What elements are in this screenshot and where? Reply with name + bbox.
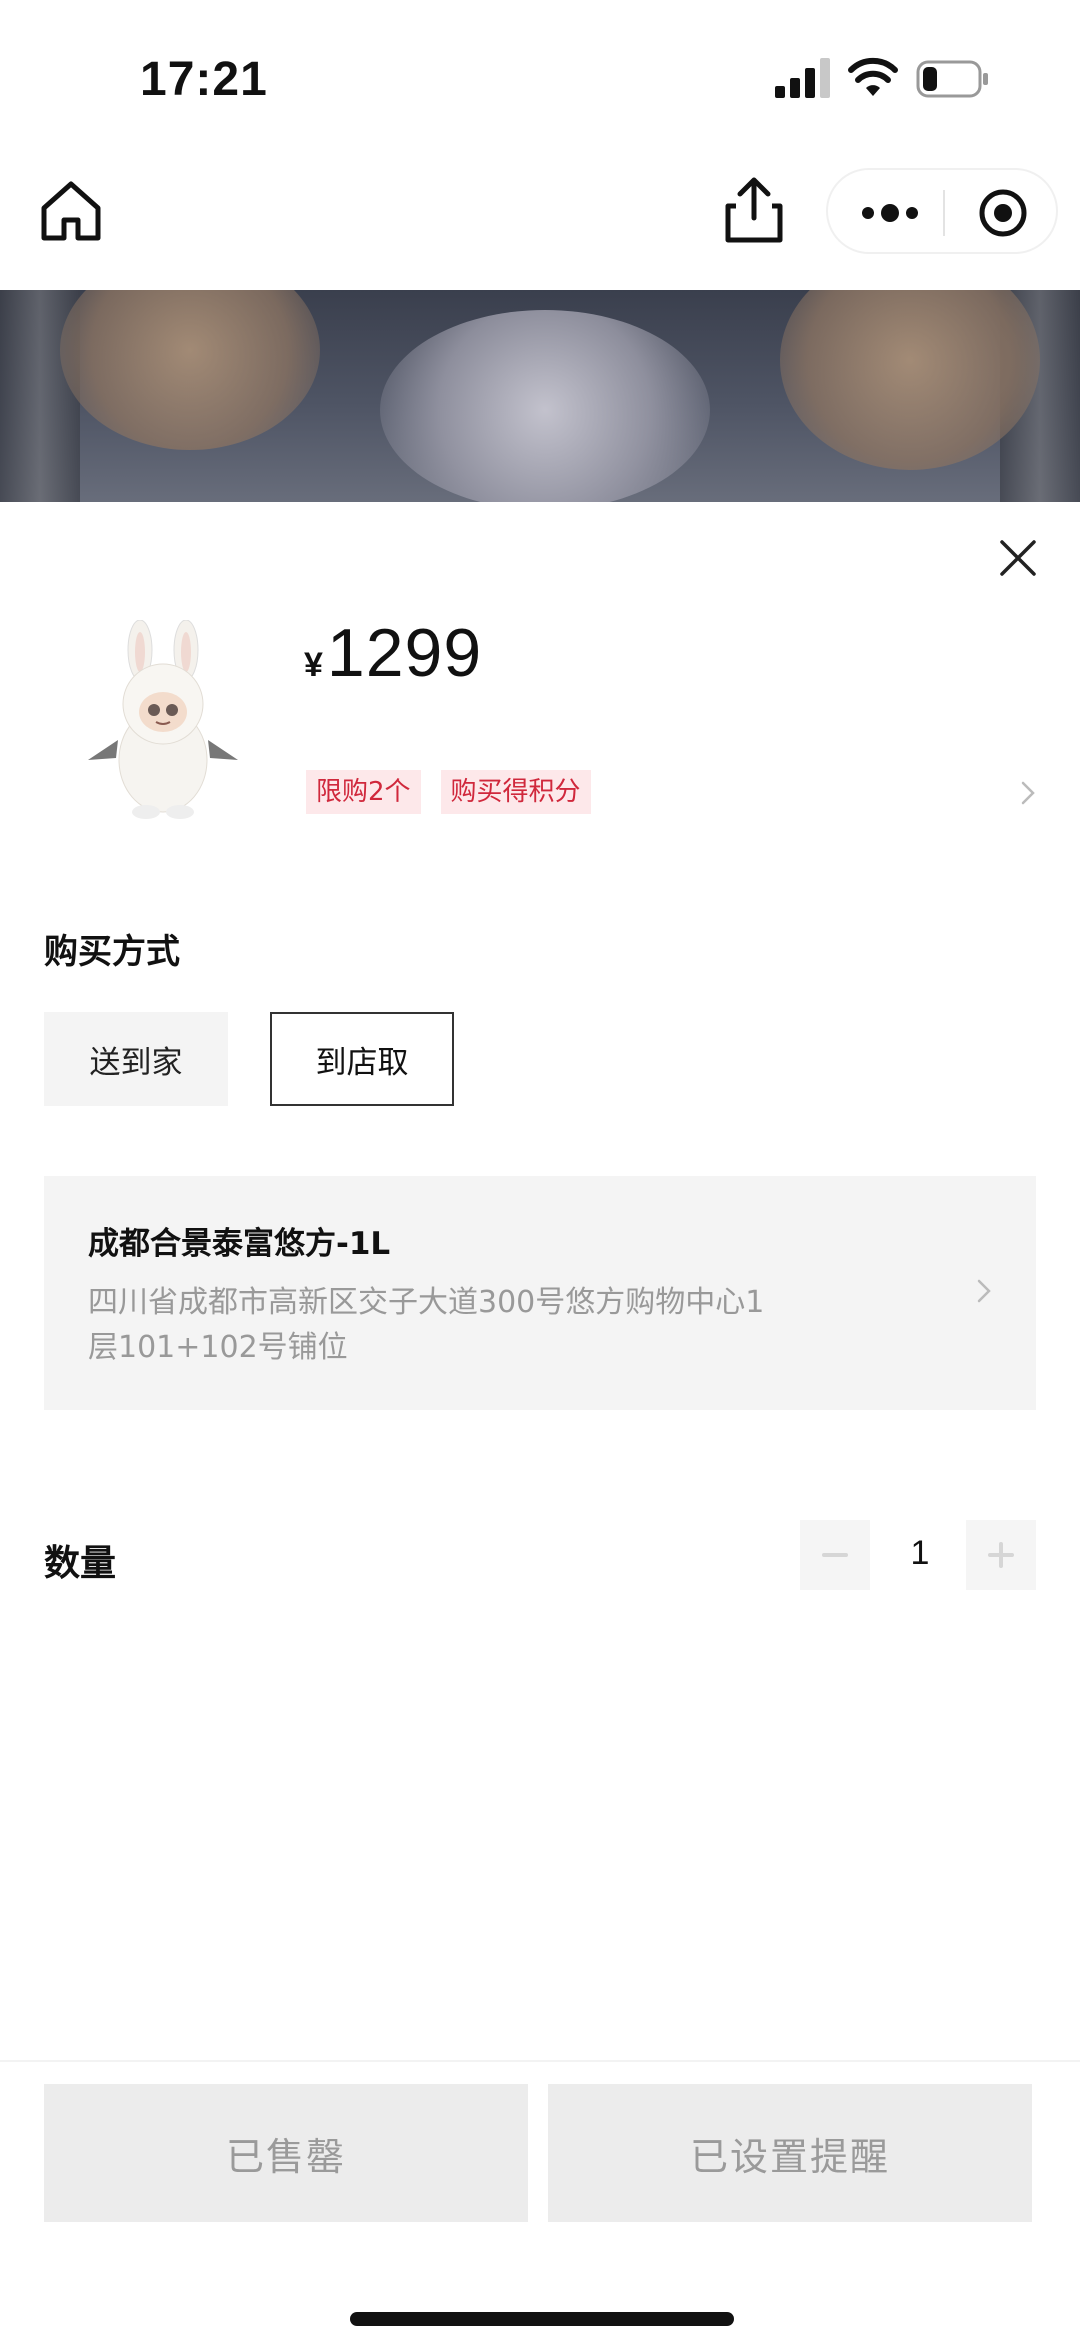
nav-bar [0,150,1080,290]
price-amount: 1299 [326,615,483,691]
share-icon[interactable] [722,176,786,244]
minus-icon [822,1553,848,1557]
plus-icon [988,1542,1014,1568]
points-tag: 购买得积分 [440,770,591,814]
chevron-right-icon[interactable] [1018,778,1038,808]
status-bar: 17:21 [0,0,1080,150]
bottom-action-bar: 已售罄 已设置提醒 [0,2060,1080,2341]
promo-tags[interactable]: 限购2个 购买得积分 [306,770,591,814]
purchase-method-title: 购买方式 [44,932,180,972]
currency-symbol: ¥ [304,646,323,684]
banner-cloud [60,290,320,450]
quantity-value[interactable]: 1 [880,1528,960,1578]
store-name: 成都合景泰富悠方-1L [88,1226,391,1262]
signal-icon [775,58,830,98]
chevron-right-icon [977,1279,991,1303]
store-selector[interactable]: 成都合景泰富悠方-1L 四川省成都市高新区交子大道300号悠方购物中心1层101… [44,1176,1036,1410]
purchase-limit-tag: 限购2个 [306,770,421,814]
reminder-set-button[interactable]: 已设置提醒 [548,2084,1032,2222]
option-store-pickup[interactable]: 到店取 [270,1012,454,1106]
status-time: 17:21 [140,53,268,106]
home-icon[interactable] [38,178,104,244]
close-icon[interactable] [998,538,1038,578]
product-banner [0,290,1080,502]
mini-program-capsule [826,168,1058,254]
option-home-delivery[interactable]: 送到家 [44,1012,228,1106]
more-icon[interactable] [858,192,922,234]
store-address: 四川省成都市高新区交子大道300号悠方购物中心1层101+102号铺位 [88,1285,765,1365]
wifi-icon [848,57,898,96]
quantity-label: 数量 [44,1543,117,1584]
target-icon[interactable] [978,188,1028,238]
product-price: ¥ 1299 [304,614,482,692]
banner-glow [380,310,710,502]
home-indicator[interactable] [350,2312,734,2326]
capsule-divider [943,190,945,236]
battery-icon [916,60,988,98]
product-thumbnail [88,620,238,819]
quantity-increase-button[interactable] [966,1520,1036,1590]
sold-out-button[interactable]: 已售罄 [44,2084,528,2222]
quantity-decrease-button[interactable] [800,1520,870,1590]
